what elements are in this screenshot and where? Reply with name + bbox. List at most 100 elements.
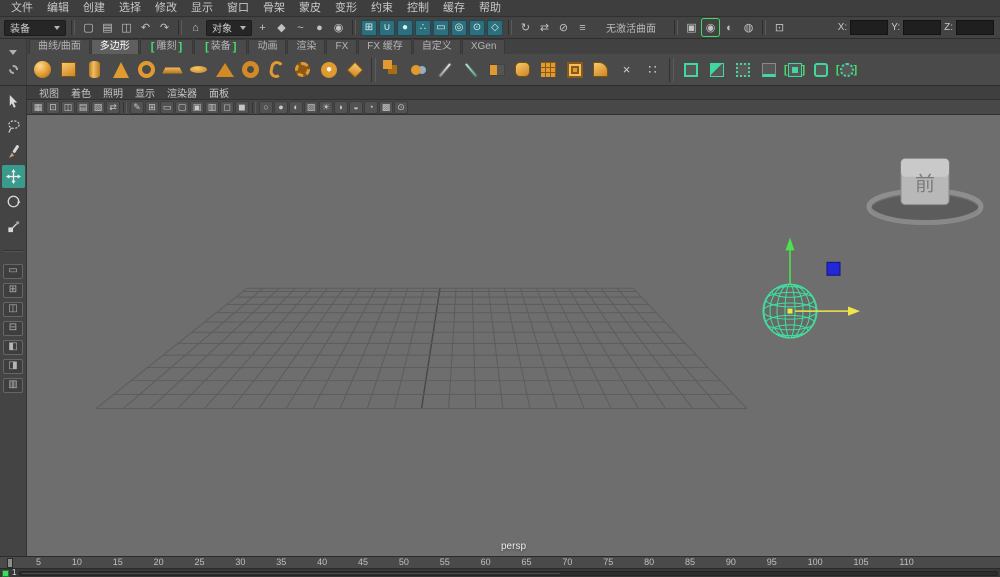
layout-single-pane[interactable]: ▭ xyxy=(3,264,23,279)
range-bar[interactable] xyxy=(19,571,998,576)
select-curves-icon[interactable]: ~ xyxy=(292,19,309,36)
menu-item[interactable]: 显示 xyxy=(184,0,220,16)
extrude-icon[interactable] xyxy=(562,57,587,83)
redo-icon[interactable]: ↷ xyxy=(156,19,173,36)
menu-item[interactable]: 蒙皮 xyxy=(292,0,328,16)
multisample-icon[interactable]: ▩ xyxy=(379,101,393,114)
layout-two-pane-side[interactable]: ◫ xyxy=(3,302,23,317)
layout-hypershade-persp[interactable]: ▥ xyxy=(3,378,23,393)
menu-set-selector[interactable]: 装备 xyxy=(4,20,66,36)
poly-helix-icon[interactable] xyxy=(264,57,289,83)
shelf-tab[interactable]: 渲染 xyxy=(287,39,325,54)
menu-item[interactable]: 缓存 xyxy=(436,0,472,16)
menu-item[interactable]: 文件 xyxy=(4,0,40,16)
poly-soccer-ball-icon[interactable] xyxy=(316,57,341,83)
viewport-canvas[interactable]: 前 xyxy=(27,115,1000,556)
isolate-select-icon[interactable]: ⊙ xyxy=(394,101,408,114)
resolution-gate-icon[interactable]: ▢ xyxy=(175,101,189,114)
poly-torus-icon[interactable] xyxy=(134,57,159,83)
snap-point-icon[interactable]: ● xyxy=(397,20,413,36)
menu-item[interactable]: 创建 xyxy=(76,0,112,16)
menu-item[interactable]: 选择 xyxy=(112,0,148,16)
range-bar-handle[interactable] xyxy=(22,573,559,574)
view-cube[interactable]: 前 xyxy=(869,159,981,225)
move-tool[interactable] xyxy=(2,165,25,188)
panel-menu-item[interactable]: 视图 xyxy=(33,85,65,100)
film-gate-icon[interactable]: ▭ xyxy=(160,101,174,114)
render-current-frame-icon[interactable]: ◉ xyxy=(702,19,719,36)
menu-item[interactable]: 编辑 xyxy=(40,0,76,16)
paint-select-tool[interactable] xyxy=(2,140,25,163)
menu-item[interactable]: 控制 xyxy=(400,0,436,16)
construction-history-icon[interactable]: ⊘ xyxy=(555,19,572,36)
delete-edge-icon[interactable]: × xyxy=(614,57,639,83)
select-hierarchy-icon[interactable]: ⌂ xyxy=(187,19,204,36)
boolean-icon[interactable] xyxy=(406,57,431,83)
platonic-solid-icon[interactable] xyxy=(342,57,367,83)
quad-draw-icon[interactable] xyxy=(458,57,483,83)
poly-cylinder-icon[interactable] xyxy=(82,57,107,83)
lasso-tool[interactable] xyxy=(2,115,25,138)
scale-tool[interactable] xyxy=(2,215,25,238)
smooth-shade-icon[interactable]: ● xyxy=(274,101,288,114)
shelf-editor-gear-icon[interactable] xyxy=(9,65,18,74)
subdivide-icon[interactable] xyxy=(536,57,561,83)
manipulator-x-arrowhead[interactable] xyxy=(848,307,860,316)
absolute-transform-icon[interactable]: ⊡ xyxy=(771,19,788,36)
panel-menu-item[interactable]: 照明 xyxy=(97,85,129,100)
poly-cone-icon[interactable] xyxy=(108,57,133,83)
range-slider[interactable]: 1 xyxy=(0,568,1000,577)
make-live-icon[interactable]: ◎ xyxy=(451,20,467,36)
open-scene-icon[interactable]: ▤ xyxy=(99,19,116,36)
time-slider[interactable]: 5101520253035404550556065707580859095100… xyxy=(0,556,1000,568)
combine-icon[interactable] xyxy=(380,57,405,83)
object-mode-icon[interactable] xyxy=(808,57,833,83)
lock-camera-icon[interactable]: ⊡ xyxy=(46,101,60,114)
shelf-tab[interactable]: [装备] xyxy=(194,39,247,54)
current-time-marker[interactable] xyxy=(7,558,13,568)
layout-four-pane[interactable]: ⊞ xyxy=(3,283,23,298)
lights-icon[interactable]: ☀ xyxy=(319,101,333,114)
rotate-tool[interactable] xyxy=(2,190,25,213)
safe-action-icon[interactable]: ◻ xyxy=(220,101,234,114)
poly-plane-icon[interactable] xyxy=(160,57,185,83)
select-camera-icon[interactable]: ▦ xyxy=(31,101,45,114)
menu-item[interactable]: 约束 xyxy=(364,0,400,16)
menu-item[interactable]: 骨架 xyxy=(256,0,292,16)
grid-toggle-icon[interactable]: ⊞ xyxy=(145,101,159,114)
menu-item[interactable]: 窗口 xyxy=(220,0,256,16)
input-connections-icon[interactable]: ↻ xyxy=(517,19,534,36)
select-joints-icon[interactable]: ◆ xyxy=(273,19,290,36)
menu-item[interactable]: 修改 xyxy=(148,0,184,16)
bookmarks-icon[interactable]: ▤ xyxy=(76,101,90,114)
soft-select-icon[interactable] xyxy=(704,57,729,83)
smooth-icon[interactable] xyxy=(510,57,535,83)
symmetry-toggle-icon[interactable] xyxy=(678,57,703,83)
perspective-viewport[interactable]: 前 persp xyxy=(27,115,1000,556)
two-d-pan-zoom-icon[interactable]: ⇄ xyxy=(106,101,120,114)
motion-blur-icon[interactable]: ◔ xyxy=(364,101,378,114)
poly-sphere-icon[interactable] xyxy=(30,57,55,83)
menu-item[interactable]: 帮助 xyxy=(472,0,508,16)
shelf-tab[interactable]: 曲线/曲面 xyxy=(29,39,90,54)
shelf-tab[interactable]: XGen xyxy=(462,39,506,54)
layout-three-pane-left[interactable]: ◧ xyxy=(3,340,23,355)
shelf-tab[interactable]: 自定义 xyxy=(413,39,461,54)
output-connections-icon[interactable]: ⇄ xyxy=(536,19,553,36)
select-deformations-icon[interactable]: ◉ xyxy=(330,19,347,36)
grease-pencil-icon[interactable]: ✎ xyxy=(130,101,144,114)
image-plane-icon[interactable]: ▧ xyxy=(91,101,105,114)
wireframe-display-icon[interactable]: ○ xyxy=(259,101,273,114)
default-material-icon[interactable]: ◐ xyxy=(289,101,303,114)
shadows-icon[interactable]: ◗ xyxy=(334,101,348,114)
manipulator-center-handle[interactable] xyxy=(788,309,793,314)
field-chart-icon[interactable]: ▥ xyxy=(205,101,219,114)
append-to-polygon-icon[interactable]: ∷ xyxy=(640,57,665,83)
select-handles-icon[interactable]: + xyxy=(254,19,271,36)
edge-mode-icon[interactable] xyxy=(756,57,781,83)
safe-title-icon[interactable]: ◼ xyxy=(235,101,249,114)
axis-input[interactable] xyxy=(903,20,941,35)
select-surfaces-icon[interactable]: ● xyxy=(311,19,328,36)
axis-input[interactable] xyxy=(850,20,888,35)
poly-pyramid-icon[interactable] xyxy=(212,57,237,83)
